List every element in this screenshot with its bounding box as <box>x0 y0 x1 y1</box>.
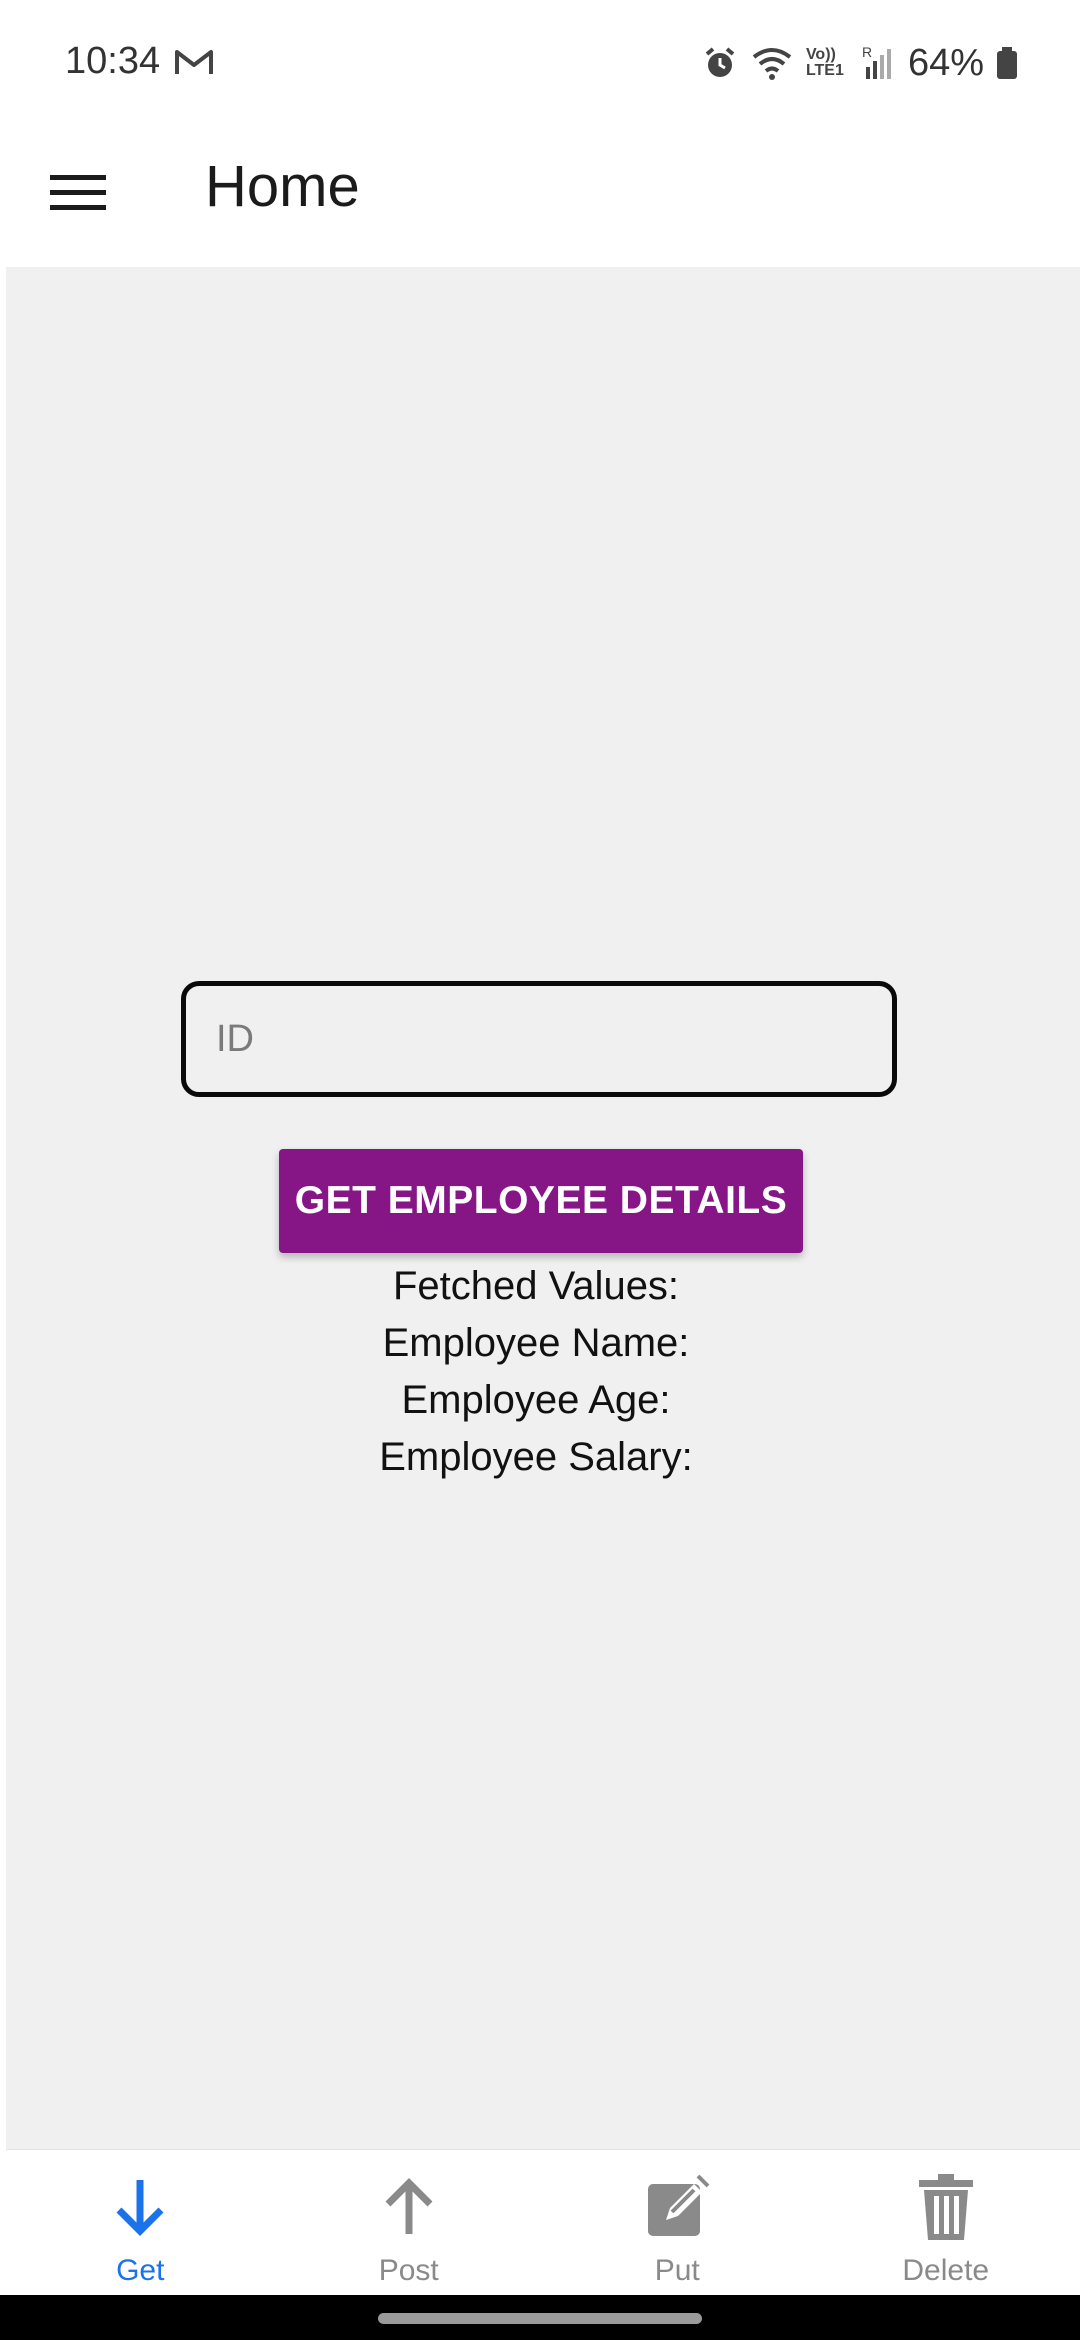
nav-label-delete: Delete <box>902 2254 990 2287</box>
hamburger-menu-icon[interactable] <box>50 165 106 221</box>
battery-icon <box>996 45 1018 81</box>
nav-item-put[interactable]: Put <box>543 2150 812 2296</box>
nav-item-get[interactable]: Get <box>6 2150 275 2296</box>
nav-label-get: Get <box>116 2254 165 2287</box>
nav-label-post: Post <box>378 2254 439 2287</box>
arrow-up-icon <box>374 2172 444 2242</box>
edit-icon <box>642 2172 712 2242</box>
app-bar: Home <box>0 125 1080 267</box>
employee-age-label: Employee Age: <box>401 1378 671 1422</box>
battery-percent: 64% <box>907 41 984 84</box>
nav-label-put: Put <box>654 2254 700 2287</box>
status-time: 10:34 <box>65 40 161 82</box>
alarm-icon <box>702 45 738 81</box>
arrow-down-icon <box>105 2172 175 2242</box>
wifi-icon <box>750 45 794 81</box>
system-gesture-bar <box>0 2295 1080 2340</box>
network-type-label: Vo)) LTE1 <box>805 46 844 79</box>
gmail-icon <box>174 46 214 78</box>
status-indicators: Vo)) LTE1 R 64% <box>702 38 1018 88</box>
trash-icon <box>911 2172 981 2242</box>
main-content: GET EMPLOYEE DETAILS Fetched Values: Emp… <box>6 267 1080 2149</box>
employee-salary-label: Employee Salary: <box>379 1435 693 1479</box>
nav-item-post[interactable]: Post <box>275 2150 544 2296</box>
bottom-navigation: Get Post Put Delete <box>6 2149 1080 2296</box>
nav-item-delete[interactable]: Delete <box>812 2150 1080 2296</box>
id-input[interactable] <box>181 981 897 1097</box>
get-employee-details-button[interactable]: GET EMPLOYEE DETAILS <box>279 1149 803 1253</box>
signal-icon: R <box>862 45 892 81</box>
status-bar: 10:34 Vo)) LTE1 R 64% <box>0 0 1080 125</box>
page-title: Home <box>205 154 360 219</box>
employee-name-label: Employee Name: <box>382 1321 690 1365</box>
results-panel: Fetched Values: Employee Name: Employee … <box>6 1258 1066 1486</box>
fetched-values-label: Fetched Values: <box>392 1264 680 1308</box>
home-gesture-handle[interactable] <box>378 2313 702 2324</box>
roaming-indicator: R <box>862 45 872 60</box>
